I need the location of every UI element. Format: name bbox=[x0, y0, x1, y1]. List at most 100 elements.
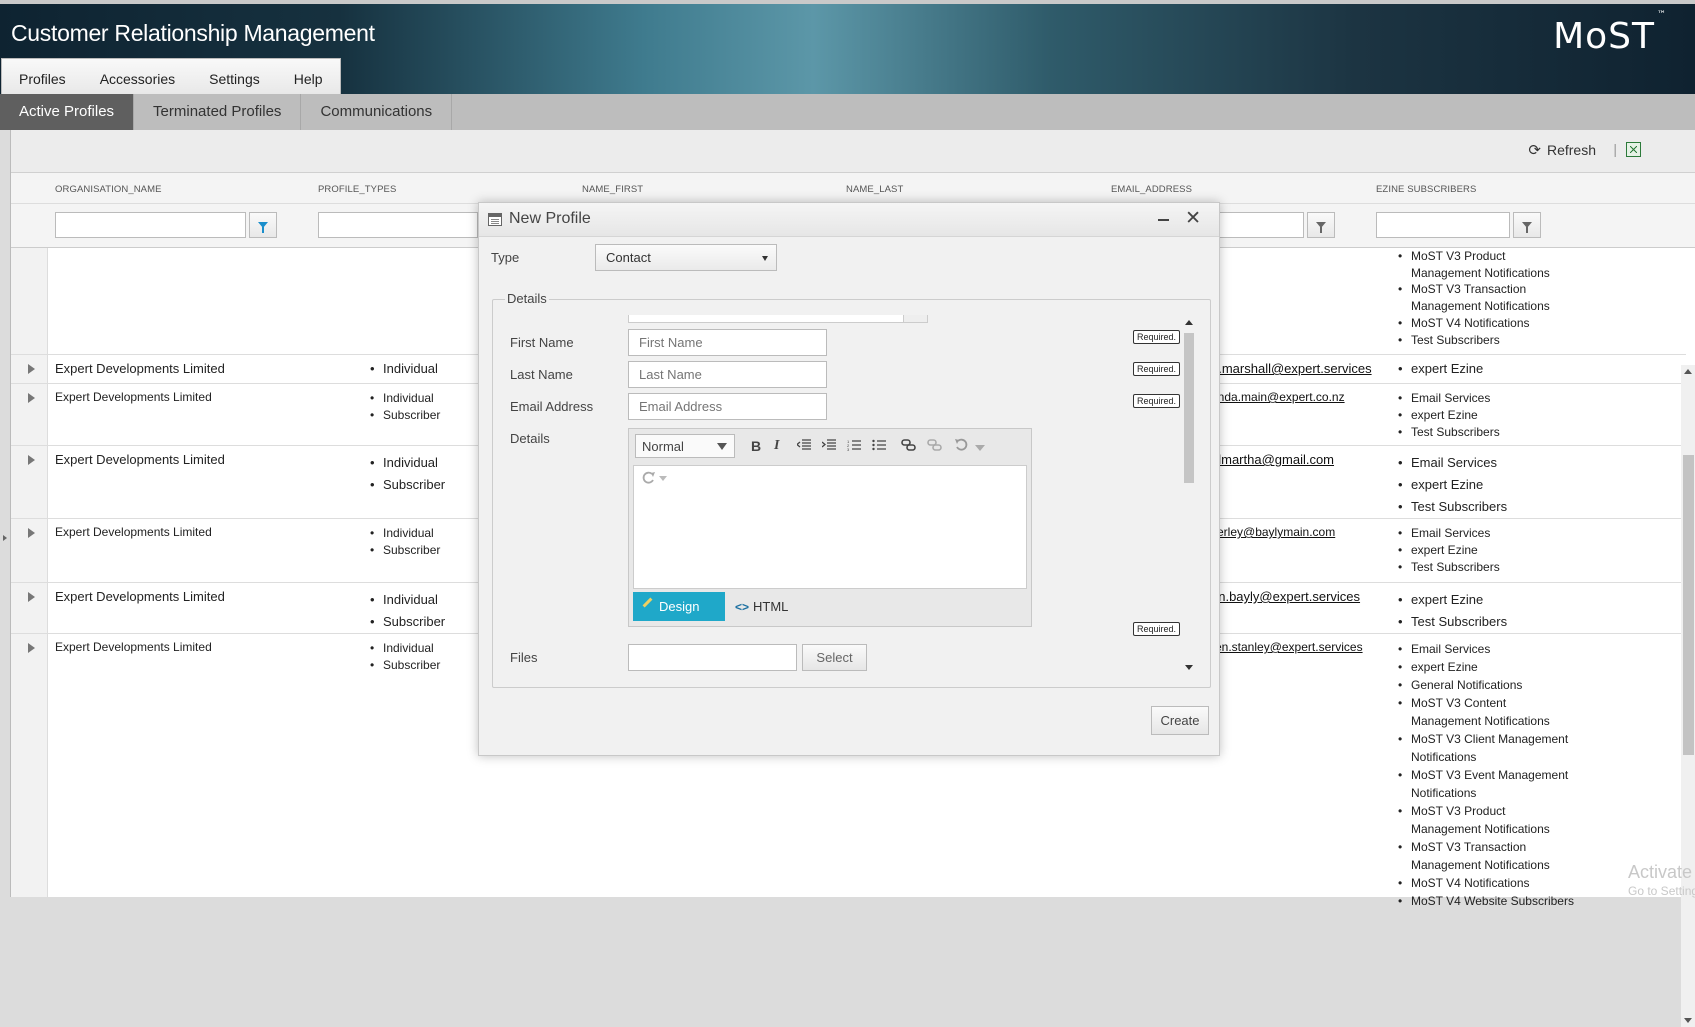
scrollbar-thumb[interactable] bbox=[1184, 333, 1194, 483]
filter-icon bbox=[1316, 222, 1326, 233]
col-header-ezine[interactable]: EZINE SUBSCRIBERS bbox=[1376, 184, 1476, 195]
col-header-profile-types[interactable]: PROFILE_TYPES bbox=[318, 184, 396, 195]
email-link[interactable]: almartha@gmail.com bbox=[1211, 452, 1334, 467]
scroll-down-icon[interactable] bbox=[1684, 1018, 1692, 1023]
scroll-up-icon[interactable] bbox=[1185, 320, 1193, 325]
app-title: Customer Relationship Management bbox=[11, 20, 375, 46]
code-icon: <> bbox=[735, 600, 750, 614]
grid-scrollbar[interactable] bbox=[1681, 365, 1695, 1027]
pencil-icon bbox=[642, 597, 653, 608]
files-input[interactable] bbox=[628, 644, 797, 671]
undo-dropdown-icon[interactable] bbox=[975, 442, 985, 454]
org-name: Expert Developments Limited bbox=[55, 525, 212, 539]
details-scrollbar[interactable] bbox=[1183, 317, 1195, 673]
undo-icon[interactable] bbox=[954, 438, 970, 452]
expand-row-icon[interactable] bbox=[28, 455, 35, 465]
org-name: Expert Developments Limited bbox=[55, 640, 212, 654]
org-name: Expert Developments Limited bbox=[55, 390, 212, 404]
last-name-input[interactable] bbox=[628, 361, 827, 388]
filter-icon bbox=[1522, 222, 1532, 233]
excel-export-icon[interactable] bbox=[1626, 142, 1641, 157]
ezine-list: expert Ezine bbox=[1397, 361, 1483, 376]
email-link[interactable]: verley@baylymain.com bbox=[1211, 525, 1335, 539]
create-button[interactable]: Create bbox=[1151, 706, 1209, 735]
partial-field-button[interactable] bbox=[903, 315, 928, 323]
col-header-name-last[interactable]: NAME_LAST bbox=[846, 184, 903, 195]
ezine-list: Email Servicesexpert EzineTest Subscribe… bbox=[1397, 525, 1500, 576]
ezine-list: Email Services expert Ezine General Noti… bbox=[1397, 640, 1577, 910]
filter-ezine-button[interactable] bbox=[1513, 212, 1541, 238]
scrollbar-thumb[interactable] bbox=[1683, 455, 1694, 755]
tab-active-profiles[interactable]: Active Profiles bbox=[0, 94, 135, 130]
row-gutter bbox=[11, 634, 48, 897]
menu-accessories[interactable]: Accessories bbox=[83, 59, 192, 99]
select-file-button[interactable]: Select bbox=[802, 644, 867, 671]
email-link[interactable]: anda.main@expert.co.nz bbox=[1211, 390, 1345, 404]
left-collapse-icon[interactable] bbox=[3, 535, 7, 541]
required-badge: Required. bbox=[1133, 394, 1181, 408]
design-mode-button[interactable]: Design bbox=[633, 592, 725, 621]
org-name: Expert Developments Limited bbox=[55, 589, 225, 604]
tab-terminated-profiles[interactable]: Terminated Profiles bbox=[134, 94, 302, 130]
org-name: Expert Developments Limited bbox=[55, 361, 225, 376]
filter-organisation-input[interactable] bbox=[55, 212, 246, 238]
org-name: Expert Developments Limited bbox=[55, 452, 225, 467]
email-link[interactable]: an.bayly@expert.services bbox=[1211, 589, 1360, 604]
profile-types-list: IndividualSubscriber bbox=[369, 640, 440, 674]
refresh-button[interactable]: ⟳ Refresh bbox=[1528, 141, 1596, 159]
italic-button[interactable]: I bbox=[774, 438, 779, 454]
filter-ezine-input[interactable] bbox=[1376, 212, 1510, 238]
required-badge: Required. bbox=[1133, 330, 1181, 344]
scroll-up-icon[interactable] bbox=[1684, 369, 1692, 374]
tab-communications[interactable]: Communications bbox=[301, 94, 453, 130]
email-link[interactable]: n.marshall@expert.services bbox=[1211, 361, 1372, 376]
expand-row-icon[interactable] bbox=[28, 393, 35, 403]
bullet-list-icon[interactable] bbox=[872, 439, 886, 451]
most-logo: MoST™ bbox=[1553, 10, 1667, 57]
expand-row-icon[interactable] bbox=[28, 528, 35, 538]
col-header-name-first[interactable]: NAME_FIRST bbox=[582, 184, 643, 195]
minimize-button[interactable] bbox=[1158, 219, 1169, 221]
grid-toolbar: ⟳ Refresh | bbox=[11, 130, 1695, 173]
expand-row-icon[interactable] bbox=[28, 643, 35, 653]
profile-types-list: IndividualSubscriber bbox=[369, 390, 440, 424]
menu-settings[interactable]: Settings bbox=[192, 59, 277, 99]
partial-field[interactable] bbox=[628, 315, 928, 323]
scroll-down-icon[interactable] bbox=[1185, 665, 1193, 670]
numbered-list-icon[interactable]: 123 bbox=[847, 439, 861, 451]
email-link[interactable]: ren.stanley@expert.services bbox=[1211, 640, 1363, 654]
dialog-titlebar[interactable]: New Profile ✕ bbox=[479, 203, 1219, 237]
outdent-icon[interactable] bbox=[797, 439, 811, 451]
filter-profile-types-input[interactable] bbox=[318, 212, 478, 238]
row-gutter bbox=[11, 248, 48, 354]
format-select[interactable]: Normal bbox=[635, 434, 735, 458]
indent-icon[interactable] bbox=[822, 439, 836, 451]
details-legend: Details bbox=[505, 291, 549, 306]
col-header-email[interactable]: EMAIL_ADDRESS bbox=[1111, 184, 1192, 195]
expand-row-icon[interactable] bbox=[28, 364, 35, 374]
close-button[interactable]: ✕ bbox=[1185, 209, 1201, 229]
insert-link-icon[interactable] bbox=[901, 438, 917, 452]
ezine-list: Email Servicesexpert EzineTest Subscribe… bbox=[1397, 390, 1500, 441]
ezine-list: MoST V3 Product Management Notifications… bbox=[1397, 248, 1577, 348]
type-label: Type bbox=[491, 250, 520, 265]
expand-row-icon[interactable] bbox=[28, 592, 35, 602]
first-name-input[interactable] bbox=[628, 329, 827, 356]
menu-profiles[interactable]: Profiles bbox=[2, 59, 83, 99]
refresh-icon: ⟳ bbox=[1528, 142, 1541, 159]
files-label: Files bbox=[510, 650, 538, 665]
details-label: Details bbox=[510, 431, 550, 446]
filter-organisation-button[interactable] bbox=[249, 212, 277, 238]
svg-text:3: 3 bbox=[847, 447, 850, 451]
type-select[interactable]: Contact bbox=[595, 244, 777, 271]
filter-email-button[interactable] bbox=[1307, 212, 1335, 238]
editor-content-area[interactable] bbox=[633, 465, 1027, 589]
redo-icon[interactable] bbox=[640, 471, 668, 485]
bold-button[interactable]: B bbox=[751, 438, 761, 454]
email-input[interactable] bbox=[628, 393, 827, 420]
remove-link-icon[interactable] bbox=[927, 438, 943, 452]
col-header-organisation[interactable]: ORGANISATION_NAME bbox=[55, 184, 162, 195]
menu-help[interactable]: Help bbox=[277, 59, 340, 99]
html-mode-button[interactable]: <> HTML bbox=[729, 592, 794, 621]
grid-header: ORGANISATION_NAME PROFILE_TYPES NAME_FIR… bbox=[11, 173, 1695, 204]
